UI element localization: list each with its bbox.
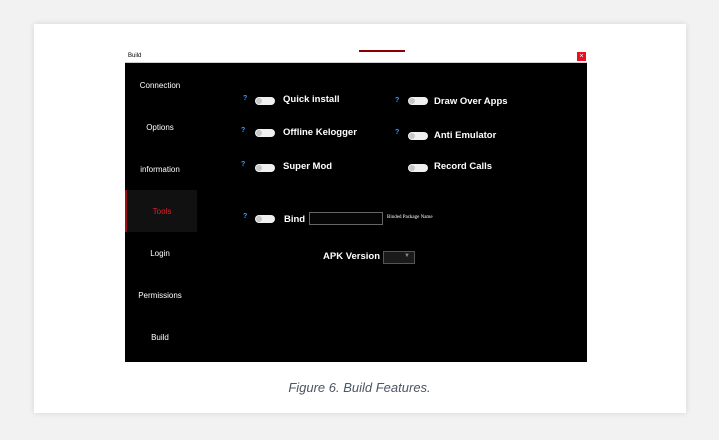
chevron-down-icon: ▼ xyxy=(404,253,410,259)
title-decoration xyxy=(359,50,405,52)
offline-keylogger-help-icon[interactable]: ? xyxy=(241,127,245,134)
title-bar: Build × xyxy=(125,50,587,63)
sidebar-item-options[interactable]: Options xyxy=(125,106,195,148)
bind-label: Bind xyxy=(284,214,306,225)
quick-install-toggle[interactable] xyxy=(255,97,275,105)
record-calls-toggle[interactable] xyxy=(408,164,428,172)
sidebar-item-connection[interactable]: Connection xyxy=(125,64,195,106)
super-mod-label: Super Mod xyxy=(283,161,333,172)
sidebar-item-permissions[interactable]: Permissions xyxy=(125,274,195,316)
figure-caption: Figure 6. Build Features. xyxy=(288,380,431,395)
bind-toggle[interactable] xyxy=(255,215,275,223)
record-calls-label: Record Calls xyxy=(434,161,493,172)
bind-help-icon[interactable]: ? xyxy=(243,213,247,220)
binded-package-name-label: Binded Package Name xyxy=(387,215,433,220)
anti-emulator-label: Anti Emulator xyxy=(434,130,497,141)
window-title: Build xyxy=(128,53,142,59)
draw-over-apps-help-icon[interactable]: ? xyxy=(395,97,399,104)
apk-version-label: APK Version xyxy=(323,251,381,262)
super-mod-toggle[interactable] xyxy=(255,164,275,172)
super-mod-help-icon[interactable]: ? xyxy=(241,161,245,168)
draw-over-apps-toggle[interactable] xyxy=(408,97,428,105)
binded-package-input[interactable] xyxy=(309,212,383,225)
sidebar-item-information[interactable]: information xyxy=(125,148,195,190)
sidebar: Connection Options information Tools Log… xyxy=(125,63,197,362)
sidebar-item-login[interactable]: Login xyxy=(125,232,195,274)
sidebar-item-tools[interactable]: Tools xyxy=(125,190,197,232)
close-button[interactable]: × xyxy=(577,52,586,61)
offline-keylogger-toggle[interactable] xyxy=(255,129,275,137)
draw-over-apps-label: Draw Over Apps xyxy=(434,96,508,107)
apk-version-select[interactable]: ▼ xyxy=(383,251,415,264)
sidebar-item-build[interactable]: Build xyxy=(125,316,195,358)
quick-install-label: Quick install xyxy=(283,94,340,105)
build-window: Build × Connection Options information T… xyxy=(125,50,587,362)
offline-keylogger-label: Offline Kelogger xyxy=(283,127,357,138)
anti-emulator-toggle[interactable] xyxy=(408,132,428,140)
anti-emulator-help-icon[interactable]: ? xyxy=(395,129,399,136)
quick-install-help-icon[interactable]: ? xyxy=(243,95,247,102)
